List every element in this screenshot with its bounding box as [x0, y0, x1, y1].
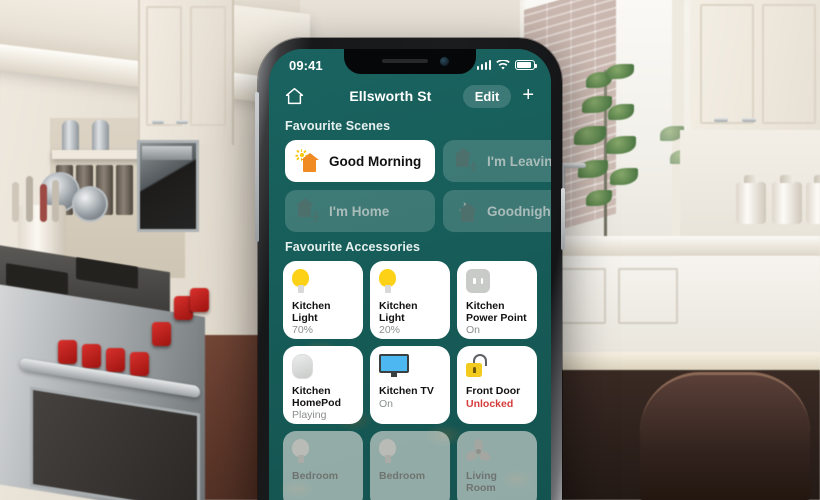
accessory-tile-kitchen-power-point[interactable]: Kitchen Power Point On	[457, 261, 537, 339]
spice-jar	[116, 165, 133, 215]
utensil	[12, 182, 19, 222]
walking-person-icon	[312, 211, 319, 222]
utensil	[52, 180, 59, 222]
cabinet-handle	[176, 120, 188, 124]
range-knob	[130, 352, 149, 376]
accessory-state: On	[379, 397, 394, 410]
cabinet-handle	[152, 120, 164, 124]
cabinet-handle	[714, 118, 728, 122]
favourite-accessories-heading: Favourite Accessories	[285, 240, 421, 254]
open-padlock-icon	[466, 354, 528, 381]
device-notch	[344, 49, 476, 74]
front-camera-icon	[440, 57, 449, 66]
accessory-state: Unlocked	[466, 397, 514, 410]
house-walking-icon	[296, 198, 320, 222]
decorative-urn	[92, 120, 109, 152]
cabinet-panel	[190, 6, 226, 126]
accessory-tile-living-room[interactable]: Living Room	[457, 431, 537, 500]
edit-button[interactable]: Edit	[462, 84, 512, 108]
cellular-bars-icon	[476, 60, 491, 70]
house-walking-icon	[454, 148, 478, 172]
utensil	[26, 176, 33, 222]
countertop	[520, 236, 820, 256]
power-outlet-icon	[466, 269, 528, 296]
wall-oven-control-panel	[142, 146, 192, 160]
scene-tile-im-home[interactable]: I'm Home	[285, 190, 435, 232]
range-knob	[58, 340, 77, 364]
favourite-scenes-heading: Favourite Scenes	[285, 119, 391, 133]
lightbulb-icon	[292, 269, 354, 296]
scene-label: Good Morning	[329, 153, 422, 169]
accessory-name: Bedroom	[292, 470, 339, 482]
cabinet-panel	[700, 4, 754, 124]
scene-label: I'm Leaving	[487, 153, 551, 169]
status-clock: 09:41	[289, 57, 323, 73]
counter-canister	[806, 175, 820, 224]
scene-tile-good-morning[interactable]: Good Morning	[285, 140, 435, 182]
scene-tile-goodnight[interactable]: Goodnight	[443, 190, 551, 232]
accessory-tile-kitchen-tv[interactable]: Kitchen TV On	[370, 346, 450, 424]
counter-canister	[736, 175, 766, 224]
island-countertop	[520, 352, 820, 372]
cabinet-handle	[742, 118, 756, 122]
range-knob	[152, 322, 171, 346]
add-button[interactable]: +	[519, 85, 537, 108]
sun-house-icon	[295, 148, 320, 172]
range-knob	[82, 344, 101, 368]
accessory-name: Kitchen HomePod	[292, 385, 342, 409]
scene-tile-im-leaving[interactable]: I'm Leaving	[443, 140, 551, 182]
accessory-name: Kitchen TV	[379, 385, 434, 397]
lightbulb-icon	[379, 439, 441, 466]
accessory-tile-kitchen-homepod[interactable]: Kitchen HomePod Playing	[283, 346, 363, 424]
accessory-name: Living Room	[466, 470, 497, 494]
counter-canister	[772, 175, 802, 224]
lightbulb-icon	[379, 269, 441, 296]
wifi-icon	[496, 59, 510, 70]
utensil	[40, 184, 47, 222]
lightbulb-icon	[292, 439, 354, 466]
range-knob	[106, 348, 125, 372]
accessory-tile-front-door[interactable]: Front Door Unlocked	[457, 346, 537, 424]
accessory-tile-bedroom-2[interactable]: Bedroom	[370, 431, 450, 500]
scene-label: I'm Home	[329, 203, 390, 219]
moon-house-icon	[454, 200, 478, 222]
favourite-accessories-grid: Kitchen Light 70% Kitchen Light 20% Kitc…	[269, 261, 551, 500]
cabinet-panel	[762, 4, 816, 124]
hanging-pot	[72, 186, 108, 222]
iphone-device: 09:41 Ellsworth St Edit + Favourite Scen…	[255, 38, 565, 500]
accessory-tile-bedroom-1[interactable]: Bedroom	[283, 431, 363, 500]
accessory-state: 70%	[292, 324, 314, 336]
cabinet-panel	[146, 6, 182, 126]
accessory-state: 20%	[379, 324, 401, 336]
fan-icon	[464, 439, 528, 466]
page-title: Ellsworth St	[349, 88, 432, 104]
cabinet-drawer	[618, 268, 678, 324]
accessory-name: Bedroom	[379, 470, 426, 482]
home-icon[interactable]	[285, 87, 304, 105]
accessory-name: Kitchen Light	[379, 300, 418, 324]
accessory-state: Playing	[292, 409, 327, 421]
walking-person-icon	[470, 161, 477, 172]
homepod-icon	[292, 354, 354, 381]
earpiece-speaker-icon	[382, 59, 428, 63]
phone-screen: 09:41 Ellsworth St Edit + Favourite Scen…	[269, 49, 551, 500]
status-indicators	[476, 59, 537, 71]
accessory-name: Front Door	[466, 385, 521, 397]
accessory-tile-kitchen-light-2[interactable]: Kitchen Light 20%	[370, 261, 450, 339]
decorative-urn	[62, 120, 79, 152]
television-icon	[379, 354, 441, 381]
accessory-tile-kitchen-light-1[interactable]: Kitchen Light 70%	[283, 261, 363, 339]
battery-icon	[515, 60, 537, 70]
accessory-state: On	[466, 324, 481, 336]
accessory-name: Kitchen Light	[292, 300, 331, 324]
dining-chair	[640, 372, 810, 500]
favourite-scenes-grid: Good Morning I'm Leaving	[269, 140, 551, 232]
range-knob	[190, 288, 209, 312]
accessory-name: Kitchen Power Point	[466, 300, 527, 324]
scene-label: Goodnight	[487, 203, 551, 219]
app-navigation-bar: Ellsworth St Edit +	[269, 77, 551, 111]
